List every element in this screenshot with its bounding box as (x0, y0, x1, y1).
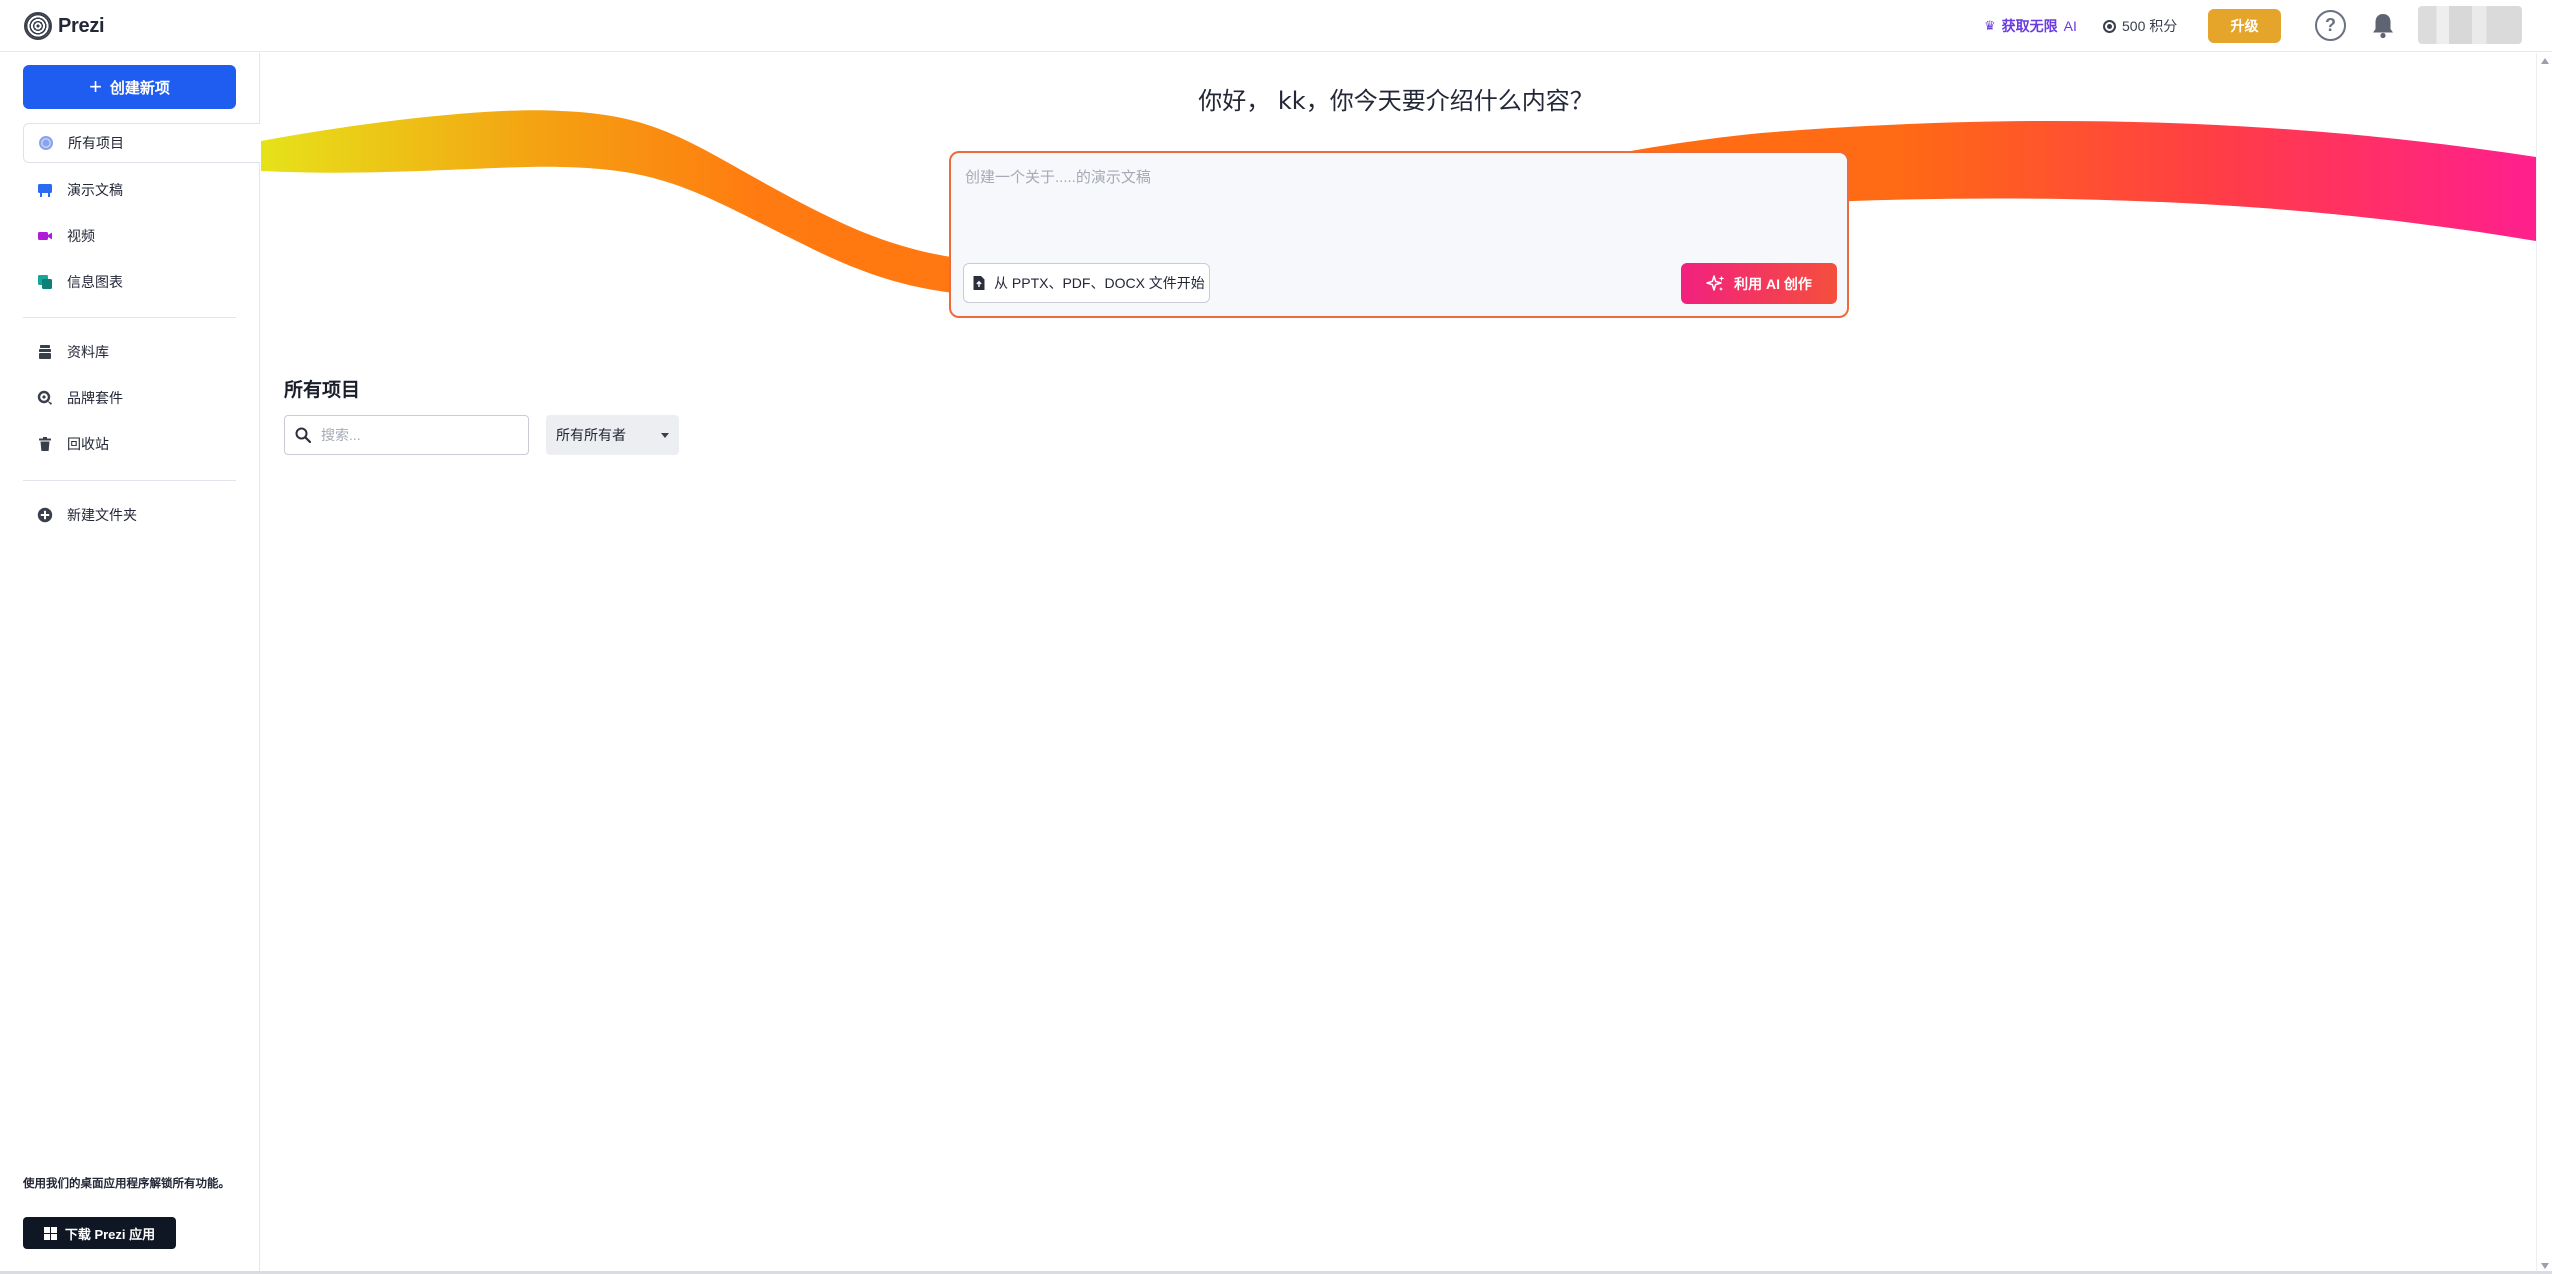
notification-bell-icon[interactable] (2370, 12, 2396, 40)
sidebar-divider (23, 480, 236, 481)
search-input[interactable] (321, 427, 501, 443)
download-app-button[interactable]: 下载 Prezi 应用 (23, 1217, 176, 1249)
credits-display[interactable]: 500 积分 (2103, 16, 2177, 36)
search-field[interactable] (284, 415, 529, 455)
scroll-down-arrow-icon[interactable] (2541, 1263, 2549, 1269)
upgrade-button[interactable]: 升级 (2208, 9, 2281, 43)
sidebar-divider (23, 317, 236, 318)
windows-icon (43, 1226, 57, 1240)
create-new-label: 创建新项 (109, 79, 170, 97)
credits-icon (2103, 19, 2116, 33)
scroll-up-arrow-icon[interactable] (2541, 58, 2549, 64)
create-with-ai-button[interactable]: 利用 AI 创作 (1681, 263, 1837, 304)
greeting-heading: 你好， kk，你今天要介绍什么内容？ (1198, 87, 1594, 115)
sidebar-item-presentations[interactable]: 演示文稿 (23, 170, 260, 210)
owner-filter-dropdown[interactable]: 所有所有者 (546, 415, 679, 455)
top-bar: Prezi ♛ 获取无限 AI 500 积分 升级 ? (0, 0, 2552, 52)
get-unlimited-ai-link[interactable]: ♛ 获取无限 AI (1984, 16, 2077, 36)
library-icon (39, 345, 51, 359)
help-button[interactable]: ? (2315, 10, 2346, 41)
sidebar-item-all-projects[interactable]: 所有项目 (23, 123, 260, 163)
video-icon (38, 232, 52, 240)
trash-icon (39, 437, 51, 451)
get-ai-suffix: AI (2063, 18, 2077, 34)
prezi-logo[interactable]: Prezi (24, 12, 105, 40)
sidebar-item-new-folder[interactable]: 新建文件夹 (23, 495, 260, 535)
prezi-logo-icon (24, 12, 52, 40)
sidebar-item-brand-kit[interactable]: 品牌套件 (23, 378, 260, 418)
sidebar-item-label: 回收站 (67, 436, 109, 452)
sidebar-item-label: 所有项目 (68, 135, 124, 151)
sidebar-item-label: 资料库 (67, 344, 109, 360)
user-avatar[interactable] (2418, 6, 2522, 44)
sidebar-item-trash[interactable]: 回收站 (23, 424, 260, 464)
main-content: 你好， kk，你今天要介绍什么内容？ 从 PPTX、PDF、DOCX 文件开始 … (261, 53, 2536, 1274)
sparkle-icon (1706, 274, 1725, 291)
search-icon (295, 427, 311, 443)
sidebar-item-label: 演示文稿 (67, 182, 123, 198)
sidebar-item-label: 新建文件夹 (67, 507, 137, 523)
infographic-icon (38, 275, 52, 289)
sidebar-item-infographics[interactable]: 信息图表 (23, 262, 260, 302)
desktop-app-note: 使用我们的桌面应用程序解锁所有功能。 (23, 1178, 230, 1190)
page-scrollbar[interactable] (2536, 53, 2552, 1274)
globe-icon (39, 136, 53, 150)
sidebar-item-library[interactable]: 资料库 (23, 332, 260, 372)
section-title: 所有项目 (284, 380, 361, 401)
start-from-file-button[interactable]: 从 PPTX、PDF、DOCX 文件开始 (963, 263, 1210, 303)
credits-label: 500 积分 (2122, 18, 2178, 34)
help-icon: ? (2325, 15, 2336, 35)
prompt-input[interactable] (965, 169, 1825, 186)
sidebar-item-label: 品牌套件 (67, 390, 123, 406)
owner-filter-value: 所有所有者 (556, 427, 626, 443)
crown-icon: ♛ (1984, 18, 1996, 33)
get-ai-label: 获取无限 (2001, 18, 2058, 34)
sidebar-item-label: 信息图表 (67, 274, 123, 290)
ai-prompt-box: 从 PPTX、PDF、DOCX 文件开始 利用 AI 创作 (949, 151, 1849, 318)
file-upload-icon (973, 276, 985, 290)
add-folder-icon (37, 507, 53, 523)
sidebar: + 创建新项 所有项目 演示文稿 视频 信息图表 资料库 品牌套件 回收站 新建… (0, 53, 260, 1274)
brand-kit-icon (37, 390, 52, 405)
create-with-ai-label: 利用 AI 创作 (1734, 275, 1812, 292)
download-app-label: 下载 Prezi 应用 (64, 1226, 156, 1242)
start-from-file-label: 从 PPTX、PDF、DOCX 文件开始 (994, 275, 1205, 291)
create-new-button[interactable]: + 创建新项 (23, 65, 236, 109)
plus-icon: + (89, 74, 102, 99)
sidebar-item-videos[interactable]: 视频 (23, 216, 260, 256)
presentation-icon (38, 184, 52, 197)
brand-name: Prezi (58, 14, 105, 37)
sidebar-item-label: 视频 (67, 228, 95, 244)
chevron-down-icon (661, 432, 669, 438)
